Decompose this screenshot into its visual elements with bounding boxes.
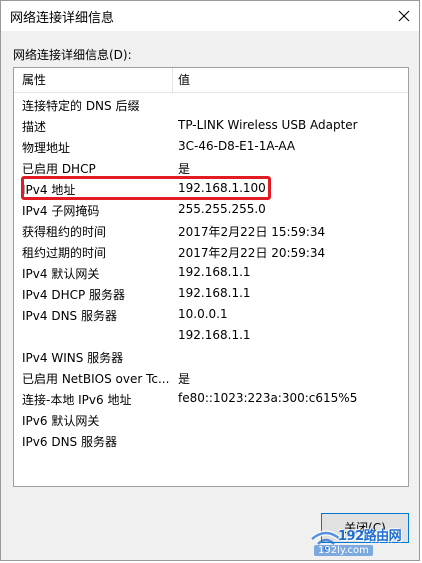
- property-cell: 连接特定的 DNS 后缀: [22, 99, 140, 113]
- value-cell: 192.168.1.1: [178, 265, 251, 279]
- property-cell: IPv6 默认网关: [22, 414, 100, 428]
- list-item[interactable]: 连接-本地 IPv6 地址 fe80::1023:223a:300:c615%5: [14, 388, 408, 409]
- property-cell: IPv6 DNS 服务器: [22, 435, 117, 449]
- list-item[interactable]: IPv4 DNS 服务器 10.0.0.1: [14, 304, 408, 325]
- property-cell: 描述: [22, 120, 47, 134]
- list-item[interactable]: IPv6 DNS 服务器: [14, 430, 408, 451]
- value-cell: 是: [178, 372, 191, 386]
- list-item[interactable]: 租约过期的时间 2017年2月22日 20:59:34: [14, 241, 408, 262]
- list-header: 属性 值: [14, 68, 408, 93]
- list-item[interactable]: IPv4 WINS 服务器: [14, 346, 408, 367]
- list-item[interactable]: 已启用 DHCP 是: [14, 157, 408, 178]
- window-title: 网络连接详细信息: [10, 11, 115, 26]
- value-cell: 255.255.255.0: [178, 202, 266, 216]
- column-header-property[interactable]: 属性: [14, 68, 172, 92]
- title-bar: 网络连接详细信息: [1, 1, 419, 31]
- value-cell: 2017年2月22日 15:59:34: [178, 225, 326, 239]
- property-cell: 已启用 DHCP: [22, 162, 96, 176]
- property-cell: 连接-本地 IPv6 地址: [22, 393, 132, 407]
- property-cell: IPv4 DHCP 服务器: [22, 288, 126, 302]
- list-item[interactable]: IPv4 子网掩码 255.255.255.0: [14, 199, 408, 220]
- list-item[interactable]: IPv4 默认网关 192.168.1.1: [14, 262, 408, 283]
- close-button[interactable]: 关闭(C): [321, 513, 409, 543]
- property-cell: 已启用 NetBIOS over Tc...: [22, 372, 170, 386]
- property-cell: IPv4 WINS 服务器: [22, 351, 124, 365]
- window-close-button[interactable]: [389, 1, 419, 31]
- list-item[interactable]: IPv6 默认网关: [14, 409, 408, 430]
- value-cell: 192.168.1.100: [178, 181, 266, 195]
- property-cell: 获得租约的时间: [22, 225, 107, 239]
- list-item[interactable]: 获得租约的时间 2017年2月22日 15:59:34: [14, 220, 408, 241]
- list-item[interactable]: IPv4 DHCP 服务器 192.168.1.1: [14, 283, 408, 304]
- value-cell: 2017年2月22日 20:59:34: [178, 246, 326, 260]
- value-cell: 是: [178, 162, 191, 176]
- network-connection-details-window: 网络连接详细信息 网络连接详细信息(D): 属性 值 连接特定的 DNS 后缀描…: [0, 0, 420, 561]
- value-cell: 192.168.1.1: [178, 328, 251, 342]
- value-cell: 192.168.1.1: [178, 286, 251, 300]
- close-icon: [398, 10, 410, 22]
- list-item[interactable]: IPv4 地址 192.168.1.100: [14, 178, 408, 199]
- watermark-sub-text: 192ly.com: [314, 545, 373, 556]
- property-cell: IPv4 DNS 服务器: [22, 309, 117, 323]
- list-item[interactable]: 已启用 NetBIOS over Tc... 是: [14, 367, 408, 388]
- property-cell: 物理地址: [22, 141, 71, 155]
- property-cell: IPv4 子网掩码: [22, 204, 100, 218]
- list-item[interactable]: 物理地址 3C-46-D8-E1-1A-AA: [14, 136, 408, 157]
- property-cell: IPv4 地址: [22, 183, 76, 197]
- property-cell: 租约过期的时间: [22, 246, 107, 260]
- value-cell: fe80::1023:223a:300:c615%5: [178, 391, 358, 405]
- property-cell: IPv4 默认网关: [22, 267, 100, 281]
- details-list[interactable]: 属性 值 连接特定的 DNS 后缀 描述 TP-LINK Wireless USB …: [13, 67, 409, 487]
- list-item[interactable]: 连接特定的 DNS 后缀: [14, 94, 408, 115]
- column-header-value[interactable]: 值: [172, 68, 408, 92]
- value-cell: 3C-46-D8-E1-1A-AA: [178, 139, 296, 153]
- value-cell: 10.0.0.1: [178, 307, 228, 321]
- details-list-label: 网络连接详细信息(D):: [13, 48, 132, 62]
- list-item[interactable]: 192.168.1.1: [14, 325, 408, 346]
- value-cell: TP-LINK Wireless USB Adapter: [178, 118, 358, 132]
- list-item[interactable]: 描述 TP-LINK Wireless USB Adapter: [14, 115, 408, 136]
